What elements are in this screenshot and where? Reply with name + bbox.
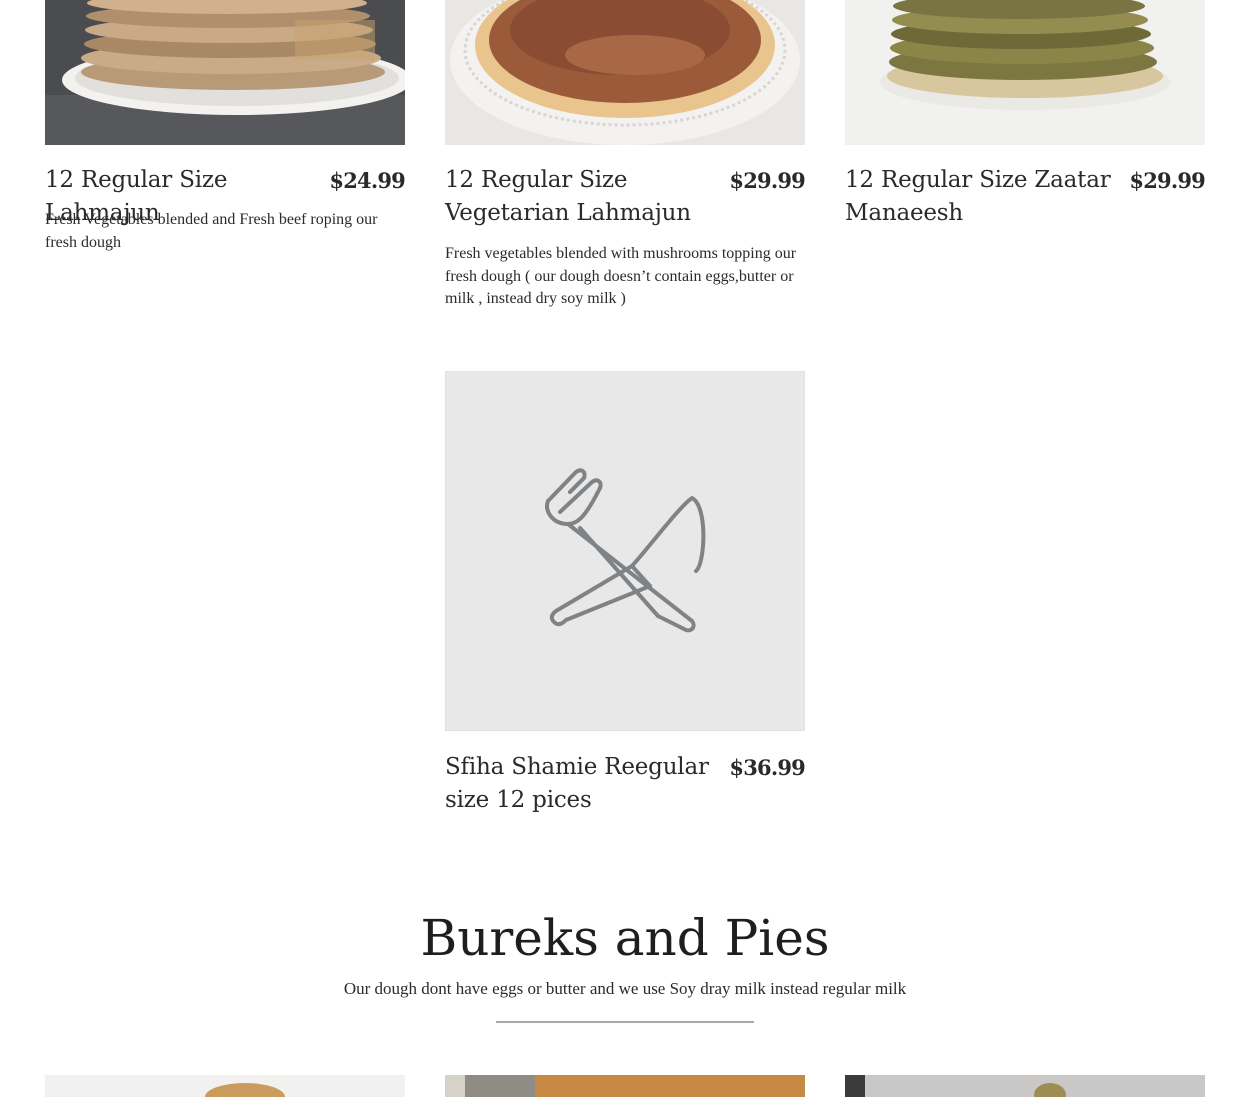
menu-item-photo-partial-3[interactable] bbox=[845, 1075, 1205, 1097]
menu-item-photo-partial-2[interactable] bbox=[445, 1075, 805, 1097]
menu-item-photo-partial-1[interactable] bbox=[45, 1075, 405, 1097]
menu-item-description: Fresh vegetables blended with mushrooms … bbox=[445, 245, 797, 307]
zaatar-manaeesh-image bbox=[845, 0, 1205, 145]
menu-item-name: 12 Regular Size Vegetarian Lahmajun bbox=[445, 167, 691, 226]
menu-item-photo[interactable] bbox=[45, 0, 405, 145]
utensils-placeholder-icon bbox=[545, 468, 706, 633]
pie-image bbox=[445, 1075, 805, 1097]
menu-item-price: $36.99 bbox=[729, 755, 805, 780]
menu-item-photo-placeholder[interactable] bbox=[445, 371, 805, 731]
menu-item-name: Sfiha Shamie Reegular size 12 pices bbox=[445, 754, 709, 813]
menu-item-description: Fresh Vegetables blended and Fresh beef … bbox=[45, 211, 378, 251]
pastry-image bbox=[845, 1075, 1205, 1097]
flatbread-stack-image bbox=[45, 0, 405, 145]
menu-item-price: $29.99 bbox=[1129, 168, 1205, 193]
section-subtitle: Our dough dont have eggs or butter and w… bbox=[343, 979, 907, 998]
burek-image bbox=[45, 1075, 405, 1097]
section-title: Bureks and Pies bbox=[420, 909, 830, 967]
menu-item-price: $24.99 bbox=[329, 168, 405, 193]
menu-item-photo[interactable] bbox=[445, 0, 805, 145]
menu-item-price: $29.99 bbox=[729, 168, 805, 193]
menu-item-photo[interactable] bbox=[845, 0, 1205, 145]
vegetarian-lahmajun-image bbox=[445, 0, 805, 145]
section-divider bbox=[496, 1021, 754, 1023]
menu-item-name: 12 Regular Size Zaatar Manaeesh bbox=[845, 167, 1111, 226]
